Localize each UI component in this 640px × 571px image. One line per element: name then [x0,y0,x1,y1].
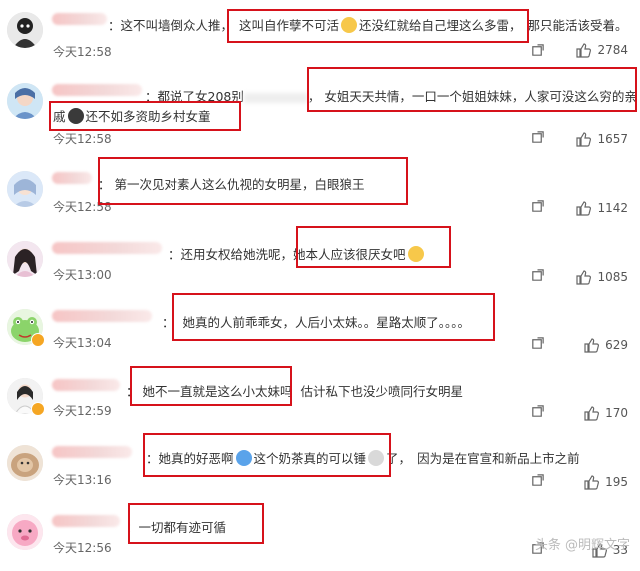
highlight-box [296,226,451,268]
share-icon[interactable] [530,473,545,488]
username-blurred[interactable] [52,310,152,322]
comment-time: 今天12:58 [53,45,112,59]
watermark: 头条 @明辉文字 [534,538,630,553]
username-blurred[interactable] [52,84,142,96]
like-count: 1085 [597,270,628,284]
avatar[interactable] [7,171,43,207]
like-button[interactable]: 1142 [575,200,628,216]
highlight-box [307,67,637,112]
thumbs-up-icon [576,201,592,216]
comment-text-part: 那只能活该受着。 [527,18,628,33]
comment-time: 今天12:59 [53,404,112,418]
like-count: 195 [605,475,628,489]
thumbs-up-icon [584,406,600,421]
avatar[interactable] [7,445,43,481]
comment-time: 今天13:16 [53,473,112,487]
username-blurred[interactable] [52,446,132,458]
thumbs-up-icon [576,43,592,58]
like-button[interactable]: 170 [583,405,628,421]
share-icon[interactable] [530,43,545,58]
thumbs-up-icon [576,270,592,285]
share-icon[interactable] [530,336,545,351]
like-count: 1142 [597,201,628,215]
avatar[interactable] [7,241,43,277]
share-icon[interactable] [530,199,545,214]
comment-time: 今天12:56 [53,541,112,555]
username-blurred[interactable] [52,515,120,527]
highlight-box [98,157,408,205]
like-button[interactable]: 1657 [575,131,628,147]
verified-badge-icon [31,402,45,416]
avatar[interactable] [7,83,43,119]
highlight-box [227,9,529,43]
highlight-box [172,293,495,341]
like-button[interactable]: 195 [583,474,628,490]
comment-text-part: 估计私下也没少喷同行女明星 [300,384,464,399]
comment-time: 今天13:00 [53,268,112,282]
username-blurred[interactable] [52,13,107,25]
blurred-text [243,92,308,103]
thumbs-up-icon [576,132,592,147]
username-blurred[interactable] [52,172,92,184]
comment-text-part: ：还用女权给她洗呢， [168,247,294,262]
username-blurred[interactable] [52,242,162,254]
verified-badge-icon [31,333,45,347]
highlight-box [130,366,292,406]
share-icon[interactable] [530,404,545,419]
thumbs-up-icon [584,475,600,490]
thumbs-up-icon [584,338,600,353]
share-icon[interactable] [530,130,545,145]
like-button[interactable]: 629 [583,337,628,353]
highlight-box [143,433,391,477]
like-count: 629 [605,338,628,352]
comment-text-part: 因为是在官宣和新品上市之前 [417,451,580,466]
avatar[interactable] [7,12,43,48]
avatar[interactable] [7,514,43,550]
like-button[interactable]: 1085 [575,269,628,285]
comment-text-part: ：这不叫墙倒众人推， [108,18,234,33]
highlight-box [49,101,241,131]
like-button[interactable]: 2784 [575,42,628,58]
comment-time: 今天13:04 [53,336,112,350]
username-blurred[interactable] [52,379,120,391]
like-count: 1657 [597,132,628,146]
highlight-box [128,503,264,544]
share-icon[interactable] [530,268,545,283]
comment-item: ：她不一直就是这么小太妹吗 估计私下也没少喷同行女明星 今天12:59 170 [0,366,640,435]
comment-time: 今天12:58 [53,132,112,146]
like-count: 2784 [597,43,628,57]
like-count: 170 [605,406,628,420]
